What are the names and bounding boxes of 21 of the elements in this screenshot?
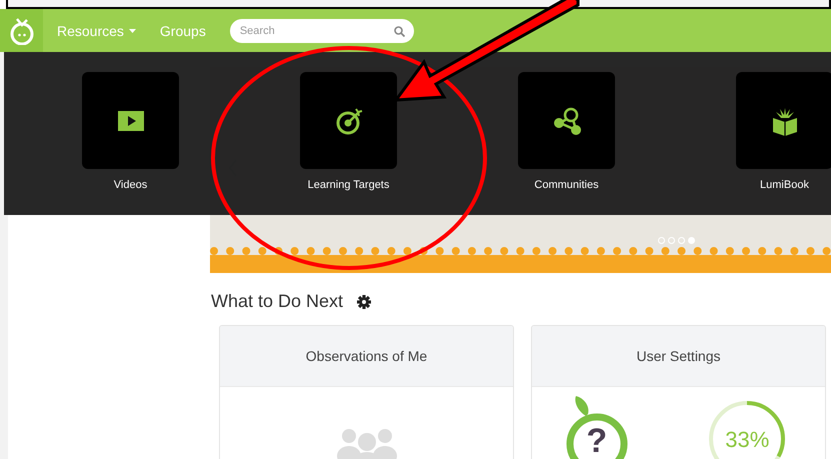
menu-tile-label[interactable]: LumiBook bbox=[760, 179, 809, 191]
search-icon bbox=[394, 26, 405, 36]
target-icon bbox=[334, 106, 364, 136]
menu-tile[interactable] bbox=[736, 72, 831, 169]
menu-tile-label[interactable]: Videos bbox=[114, 179, 148, 191]
apple-logo-icon bbox=[8, 16, 34, 44]
carousel-dot[interactable] bbox=[658, 237, 665, 244]
progress-reading: 33% bbox=[724, 427, 770, 453]
menu-tile[interactable] bbox=[82, 72, 179, 169]
card-title: Observations of Me bbox=[220, 326, 513, 387]
menu-tile[interactable] bbox=[300, 72, 397, 169]
card-title: User Settings bbox=[532, 326, 825, 387]
section-heading: What to Do Next bbox=[211, 291, 344, 312]
carousel-dot[interactable] bbox=[668, 237, 675, 244]
menu-tile[interactable] bbox=[518, 72, 615, 169]
search-field[interactable]: Search bbox=[230, 18, 414, 42]
menu-tile-label[interactable]: Learning Targets bbox=[308, 179, 390, 191]
settings-icon bbox=[357, 294, 372, 308]
carousel-dot[interactable] bbox=[678, 237, 685, 244]
menu-tile-label[interactable]: Communities bbox=[534, 179, 599, 191]
network-icon bbox=[552, 106, 582, 136]
